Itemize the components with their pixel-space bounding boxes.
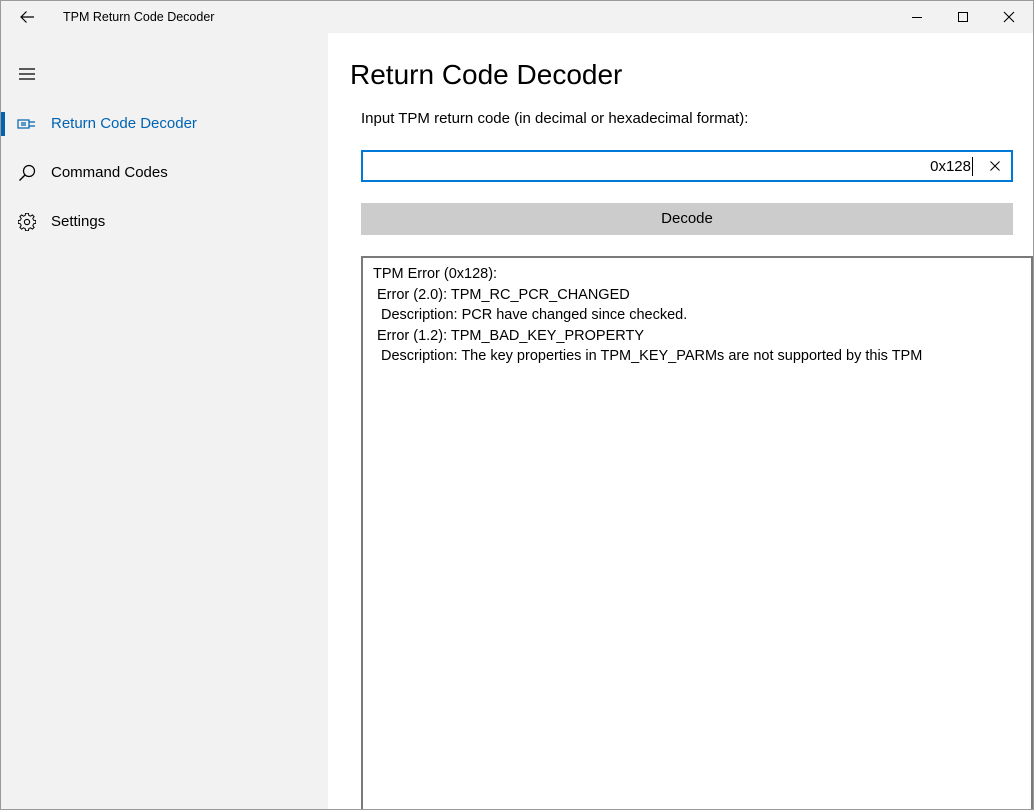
hamburger-icon bbox=[19, 68, 35, 80]
selection-indicator bbox=[1, 112, 5, 136]
title-bar: TPM Return Code Decoder bbox=[1, 1, 1033, 33]
hamburger-menu-button[interactable] bbox=[7, 56, 47, 92]
sidebar-item-settings[interactable]: Settings bbox=[1, 202, 328, 242]
app-window: TPM Return Code Decoder Return Code Deco… bbox=[0, 0, 1034, 810]
return-code-input[interactable]: 0x128 bbox=[361, 150, 1013, 182]
back-button[interactable] bbox=[9, 1, 45, 33]
return-code-input-value[interactable]: 0x128 bbox=[930, 152, 971, 180]
sidebar-item-return-code-decoder[interactable]: Return Code Decoder bbox=[1, 104, 328, 144]
output-line: Description: The key properties in TPM_K… bbox=[381, 348, 923, 364]
window-title: TPM Return Code Decoder bbox=[63, 10, 215, 24]
text-caret bbox=[972, 157, 973, 176]
clear-input-button[interactable] bbox=[981, 152, 1009, 180]
main-content: Return Code Decoder Input TPM return cod… bbox=[328, 33, 1033, 809]
navigation-pane: Return Code Decoder Command Codes Settin… bbox=[1, 33, 328, 809]
output-line: Description: PCR have changed since chec… bbox=[381, 307, 688, 323]
close-icon bbox=[1003, 11, 1015, 23]
minimize-button[interactable] bbox=[894, 1, 940, 33]
maximize-button[interactable] bbox=[940, 1, 986, 33]
output-line: TPM Error (0x128): bbox=[373, 266, 498, 282]
sidebar-item-command-codes[interactable]: Command Codes bbox=[1, 153, 328, 193]
clear-icon bbox=[990, 161, 1000, 171]
minimize-icon bbox=[912, 17, 922, 18]
maximize-icon bbox=[958, 12, 968, 22]
decoder-icon bbox=[16, 113, 38, 135]
gear-icon bbox=[16, 211, 38, 233]
back-arrow-icon bbox=[20, 11, 34, 23]
sidebar-item-label: Command Codes bbox=[51, 164, 168, 181]
sidebar-item-label: Settings bbox=[51, 213, 106, 230]
output-line: Error (2.0): TPM_RC_PCR_CHANGED bbox=[377, 286, 630, 303]
page-title: Return Code Decoder bbox=[350, 59, 623, 90]
decode-button[interactable]: Decode bbox=[361, 203, 1013, 235]
input-label: Input TPM return code (in decimal or hex… bbox=[361, 110, 749, 127]
decode-output-textbox[interactable]: TPM Error (0x128): Error (2.0): TPM_RC_P… bbox=[361, 256, 1033, 809]
search-icon bbox=[16, 162, 38, 184]
output-line: Error (1.2): TPM_BAD_KEY_PROPERTY bbox=[377, 327, 644, 344]
close-button[interactable] bbox=[986, 1, 1032, 33]
sidebar-item-label: Return Code Decoder bbox=[51, 115, 197, 132]
